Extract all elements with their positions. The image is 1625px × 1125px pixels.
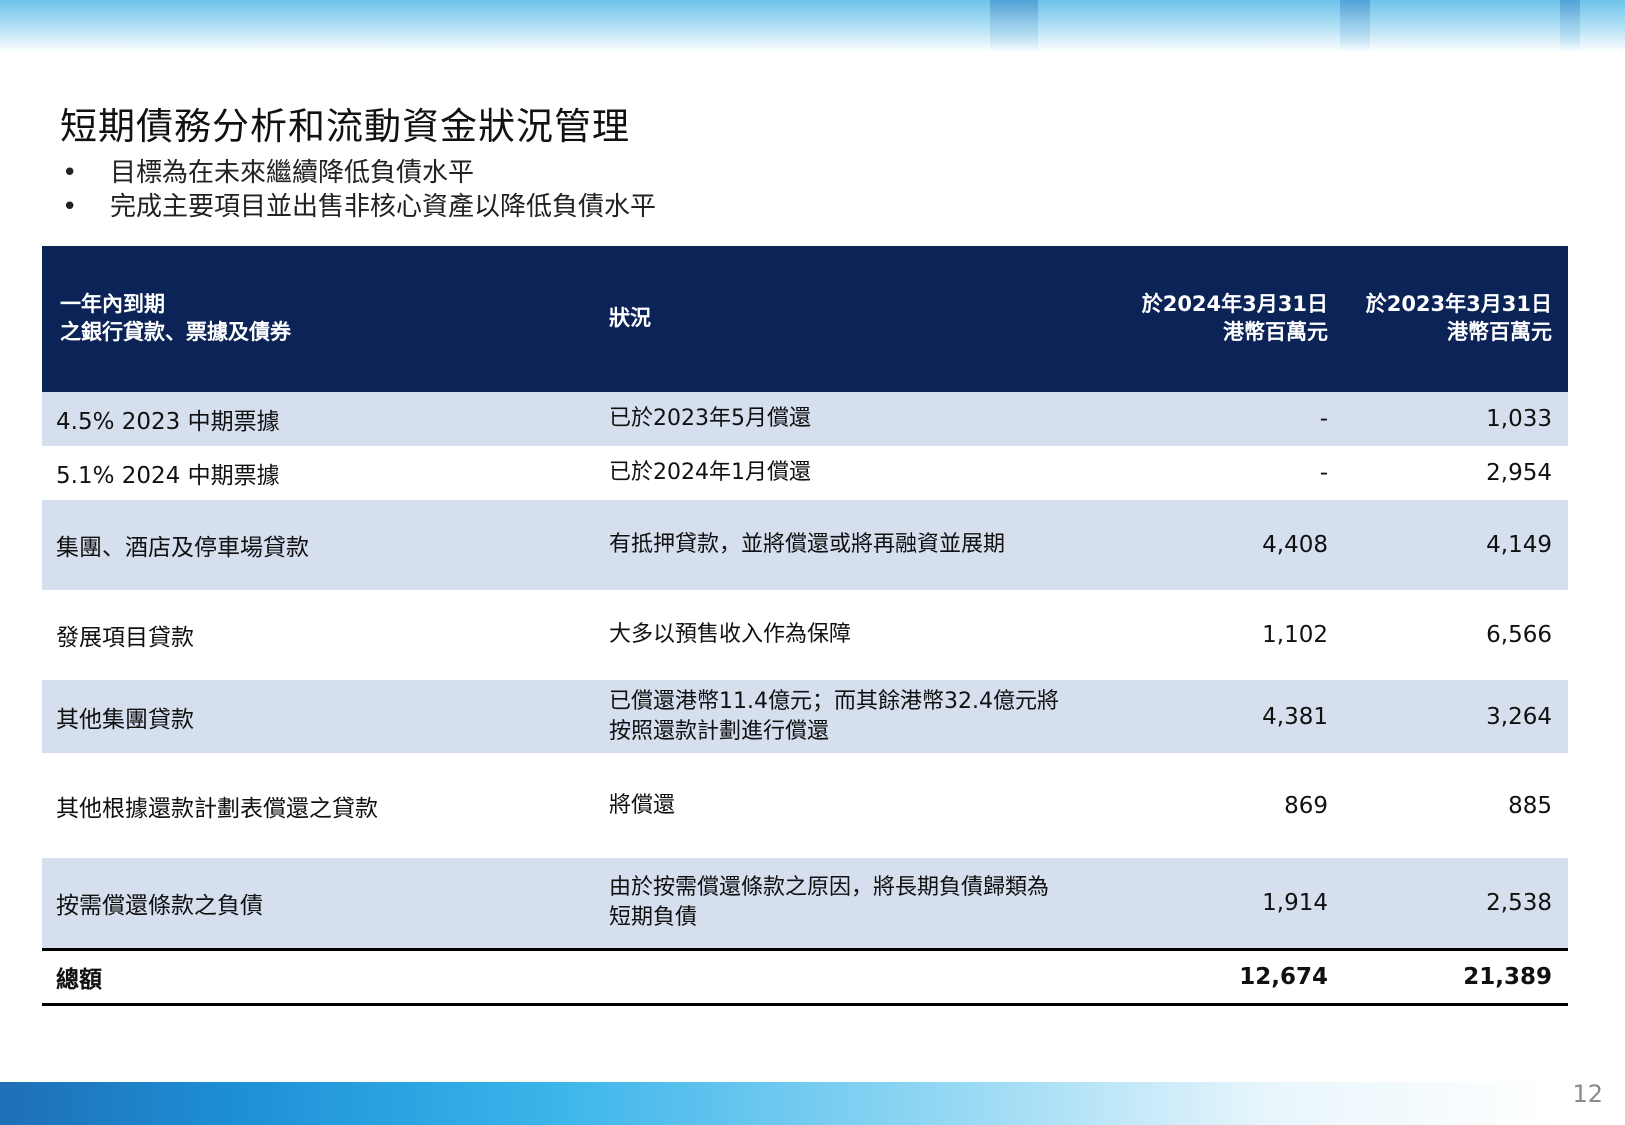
header-status: 狀況 bbox=[609, 306, 651, 330]
bullet-dot-icon: • bbox=[62, 158, 78, 188]
page-number: 12 bbox=[1572, 1080, 1603, 1108]
top-band-block bbox=[1560, 0, 1580, 52]
bullet-item: • 完成主要項目並出售非核心資產以降低負債水平 bbox=[62, 192, 657, 222]
bottom-decorative-band bbox=[0, 1082, 1550, 1125]
status-multiline: 由於按需償還條款之原因，將長期負債歸類為 短期負債 bbox=[609, 875, 1050, 930]
status-multiline: 已償還港幣11.4億元；而其餘港幣32.4億元將 按照還款計劃進行償還 bbox=[609, 688, 1059, 744]
table-row: 5.1% 2024 中期票據 已於2024年1月償還 - 2,954 bbox=[56, 460, 1552, 489]
bullet-dot-icon: • bbox=[62, 192, 78, 222]
table-row: 發展項目貸款 大多以預售收入作為保障 1,102 6,566 bbox=[56, 622, 1552, 651]
total-row: 總額 12,674 21,389 bbox=[42, 948, 1568, 1006]
top-band-block bbox=[990, 0, 1038, 52]
page-title: 短期債務分析和流動資金狀況管理 bbox=[60, 105, 630, 148]
table-row: 按需償還條款之負債 由於按需償還條款之原因，將長期負債歸類為 短期負債 1,91… bbox=[42, 858, 1568, 948]
header-2024: 於2024年3月31日 港幣百萬元 bbox=[1141, 292, 1328, 344]
bullet-item: • 目標為在未來繼續降低負債水平 bbox=[62, 158, 475, 188]
table-row: 其他根據還款計劃表償還之貸款 將償還 869 885 bbox=[56, 792, 1552, 822]
bullet-list: • 目標為在未來繼續降低負債水平 • 完成主要項目並出售非核心資產以降低負債水平 bbox=[60, 156, 656, 224]
header-2023: 於2023年3月31日 港幣百萬元 bbox=[1365, 292, 1552, 344]
table-row: 集團、酒店及停車場貸款 有抵押貸款，並將償還或將再融資並展期 4,408 4,1… bbox=[42, 500, 1568, 590]
top-band-block bbox=[1340, 0, 1370, 52]
header-loans: 一年內到期 之銀行貸款、票據及債券 bbox=[60, 292, 291, 344]
top-decorative-band bbox=[0, 0, 1625, 52]
table-row: 其他集團貸款 已償還港幣11.4億元；而其餘港幣32.4億元將 按照還款計劃進行… bbox=[42, 680, 1568, 753]
table-row: 4.5% 2023 中期票據 已於2023年5月償還 - 1,033 bbox=[42, 392, 1568, 446]
debt-table: 一年內到期 之銀行貸款、票據及債券 狀況 於2024年3月31日 港幣百萬元 於… bbox=[42, 246, 1568, 1006]
table-header: 一年內到期 之銀行貸款、票據及債券 狀況 於2024年3月31日 港幣百萬元 於… bbox=[42, 246, 1568, 392]
